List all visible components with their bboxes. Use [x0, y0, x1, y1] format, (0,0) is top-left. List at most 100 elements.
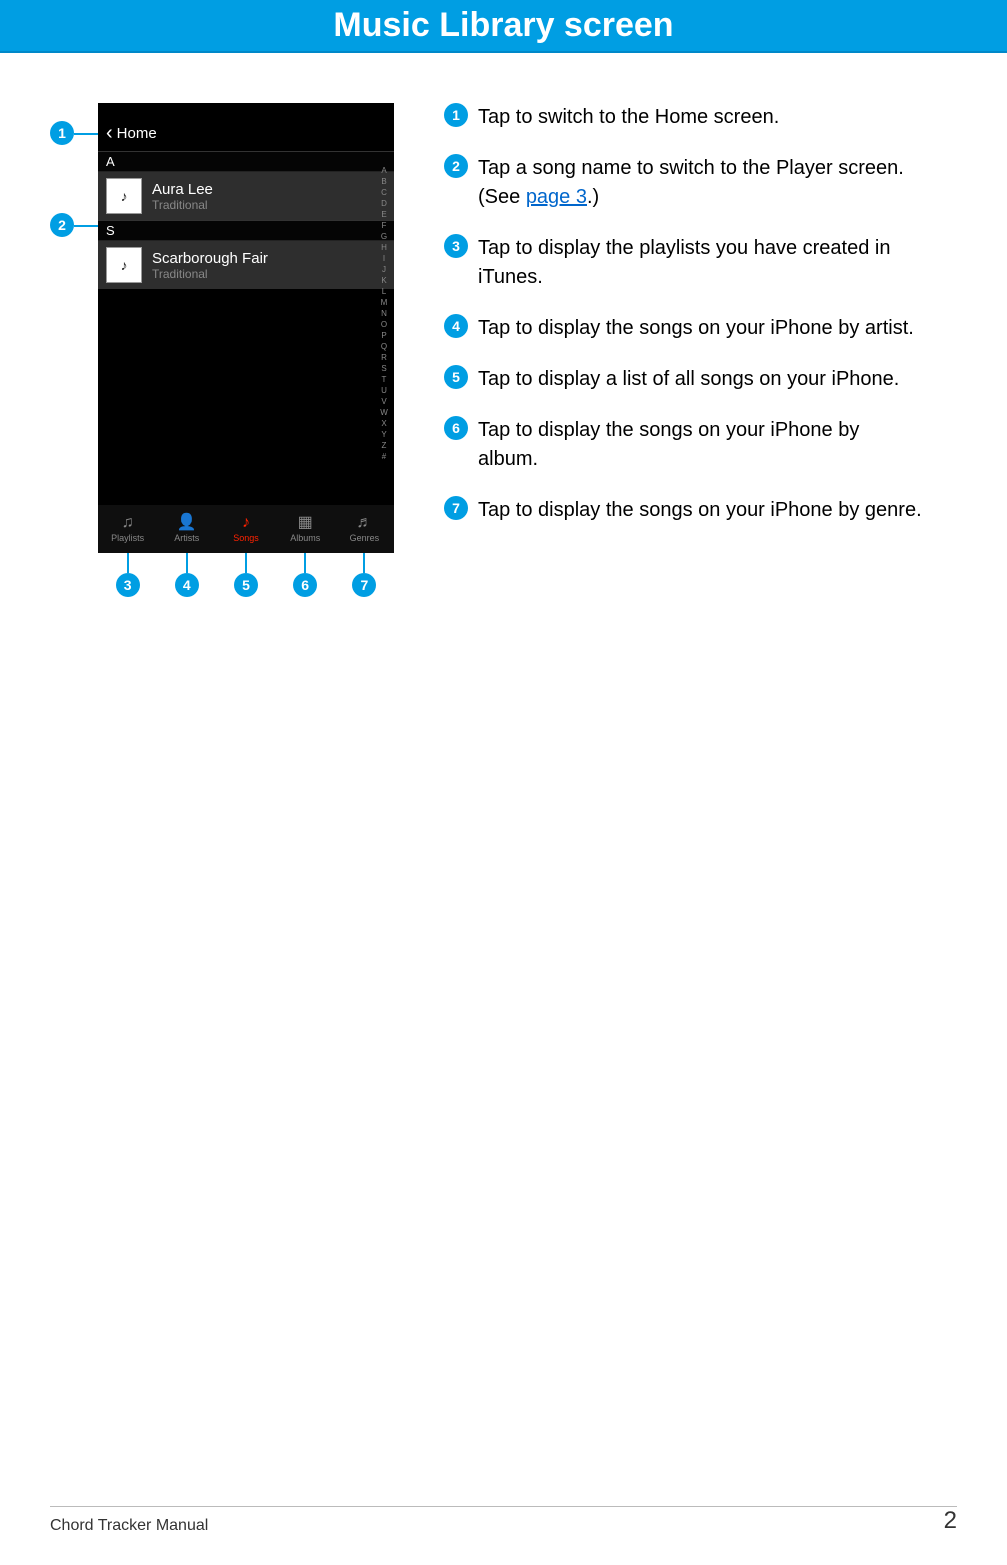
index-letter[interactable]: V	[381, 396, 386, 407]
desc-text: Tap to display the songs on your iPhone …	[478, 314, 924, 343]
index-letter[interactable]: F	[382, 220, 387, 231]
song-row[interactable]: ♪ Aura Lee Traditional	[98, 172, 394, 220]
callout-line-3	[127, 553, 129, 573]
desc-text: Tap to display the songs on your iPhone …	[478, 416, 924, 474]
index-letter[interactable]: J	[382, 264, 386, 275]
index-letter[interactable]: Z	[382, 440, 387, 451]
song-row[interactable]: ♪ Scarborough Fair Traditional	[98, 241, 394, 289]
index-letter[interactable]: #	[382, 451, 386, 462]
section-header-a: A	[98, 151, 394, 172]
artist-icon: 👤	[177, 515, 197, 531]
index-letter[interactable]: C	[381, 187, 387, 198]
index-letter[interactable]: Q	[381, 341, 387, 352]
tab-label: Artists	[174, 533, 199, 543]
desc-text: Tap to display the songs on your iPhone …	[478, 496, 924, 525]
desc-row: 1 Tap to switch to the Home screen.	[444, 103, 924, 132]
footer-manual-name: Chord Tracker Manual	[50, 1517, 208, 1535]
index-letter[interactable]: L	[382, 286, 386, 297]
callout-bullet-2: 2	[50, 213, 74, 237]
nav-back-label: Home	[117, 125, 157, 142]
index-letter[interactable]: W	[380, 407, 388, 418]
desc-bullet: 3	[444, 234, 468, 258]
desc-bullet: 4	[444, 314, 468, 338]
desc-bullet: 6	[444, 416, 468, 440]
tab-genres[interactable]: ♬ Genres	[335, 505, 394, 553]
phone-mockup: ‹ Home A ♪ Aura Lee Traditional S ♪ Scar…	[98, 103, 394, 553]
index-letter[interactable]: H	[381, 242, 387, 253]
desc-row: 6 Tap to display the songs on your iPhon…	[444, 416, 924, 474]
index-letter[interactable]: R	[381, 352, 387, 363]
desc-text: Tap to display the playlists you have cr…	[478, 234, 924, 292]
status-bar	[98, 103, 394, 115]
index-letter[interactable]: K	[381, 275, 386, 286]
desc-text: Tap a song name to switch to the Player …	[478, 154, 924, 212]
callout-bullet-7: 7	[352, 573, 376, 597]
tab-artists[interactable]: 👤 Artists	[157, 505, 216, 553]
desc-row: 5 Tap to display a list of all songs on …	[444, 365, 924, 394]
index-letter[interactable]: S	[381, 363, 386, 374]
tab-callouts-row: 3 4 5 6 7	[98, 573, 394, 597]
chevron-left-icon: ‹	[106, 122, 113, 145]
footer-page-number: 2	[944, 1507, 957, 1535]
index-letter[interactable]: B	[381, 176, 386, 187]
banner-title: Music Library screen	[333, 6, 673, 44]
content-area: 1 2 ‹ Home A ♪ Aura Lee Traditional S	[0, 53, 1007, 553]
index-letter[interactable]: D	[381, 198, 387, 209]
song-info: Scarborough Fair Traditional	[152, 250, 268, 281]
song-title: Scarborough Fair	[152, 250, 268, 267]
albums-icon: ▦	[298, 515, 313, 531]
index-letter[interactable]: A	[381, 165, 386, 176]
desc-text: Tap to switch to the Home screen.	[478, 103, 924, 132]
phone-column: 1 2 ‹ Home A ♪ Aura Lee Traditional S	[50, 103, 394, 553]
desc-bullet: 1	[444, 103, 468, 127]
page-footer: Chord Tracker Manual 2	[0, 1507, 1007, 1535]
songs-icon: ♪	[242, 515, 250, 531]
callout-bullet-1: 1	[50, 121, 74, 145]
tab-label: Songs	[233, 533, 259, 543]
tab-label: Albums	[290, 533, 320, 543]
callout-line-4	[186, 553, 188, 573]
index-letter[interactable]: T	[382, 374, 387, 385]
playlist-icon: ♫	[122, 515, 134, 531]
genres-icon: ♬	[356, 515, 372, 531]
song-artist: Traditional	[152, 198, 213, 212]
callout-bullet-5: 5	[234, 573, 258, 597]
tab-albums[interactable]: ▦ Albums	[276, 505, 335, 553]
index-letter[interactable]: O	[381, 319, 387, 330]
callout-bullet-3: 3	[116, 573, 140, 597]
music-note-icon: ♪	[106, 178, 142, 214]
index-letter[interactable]: Y	[381, 429, 386, 440]
song-artist: Traditional	[152, 267, 268, 281]
tab-label: Playlists	[111, 533, 144, 543]
desc-row: 3 Tap to display the playlists you have …	[444, 234, 924, 292]
index-letter[interactable]: G	[381, 231, 387, 242]
desc-row: 2 Tap a song name to switch to the Playe…	[444, 154, 924, 212]
callout-line-5	[245, 553, 247, 573]
callout-bullet-4: 4	[175, 573, 199, 597]
tab-bar: ♫ Playlists 👤 Artists ♪ Songs ▦ Albums ♬	[98, 505, 394, 553]
index-letter[interactable]: E	[381, 209, 386, 220]
section-header-s: S	[98, 220, 394, 241]
desc-bullet: 2	[444, 154, 468, 178]
index-letter[interactable]: U	[381, 385, 387, 396]
nav-bar[interactable]: ‹ Home	[98, 115, 394, 151]
index-letter[interactable]: M	[381, 297, 388, 308]
alpha-index[interactable]: A B C D E F G H I J K L M N O P Q R S T	[376, 165, 392, 462]
desc-bullet: 5	[444, 365, 468, 389]
tab-playlists[interactable]: ♫ Playlists	[98, 505, 157, 553]
index-letter[interactable]: N	[381, 308, 387, 319]
index-letter[interactable]: P	[381, 330, 386, 341]
index-letter[interactable]: X	[381, 418, 386, 429]
tab-songs[interactable]: ♪ Songs	[216, 505, 275, 553]
music-note-icon: ♪	[106, 247, 142, 283]
callout-line-6	[304, 553, 306, 573]
callout-bullet-6: 6	[293, 573, 317, 597]
desc-row: 4 Tap to display the songs on your iPhon…	[444, 314, 924, 343]
index-letter[interactable]: I	[383, 253, 385, 264]
desc-row: 7 Tap to display the songs on your iPhon…	[444, 496, 924, 525]
song-info: Aura Lee Traditional	[152, 181, 213, 212]
descriptions-column: 1 Tap to switch to the Home screen. 2 Ta…	[444, 103, 924, 553]
song-title: Aura Lee	[152, 181, 213, 198]
desc-bullet: 7	[444, 496, 468, 520]
page-link[interactable]: page 3	[526, 186, 587, 208]
